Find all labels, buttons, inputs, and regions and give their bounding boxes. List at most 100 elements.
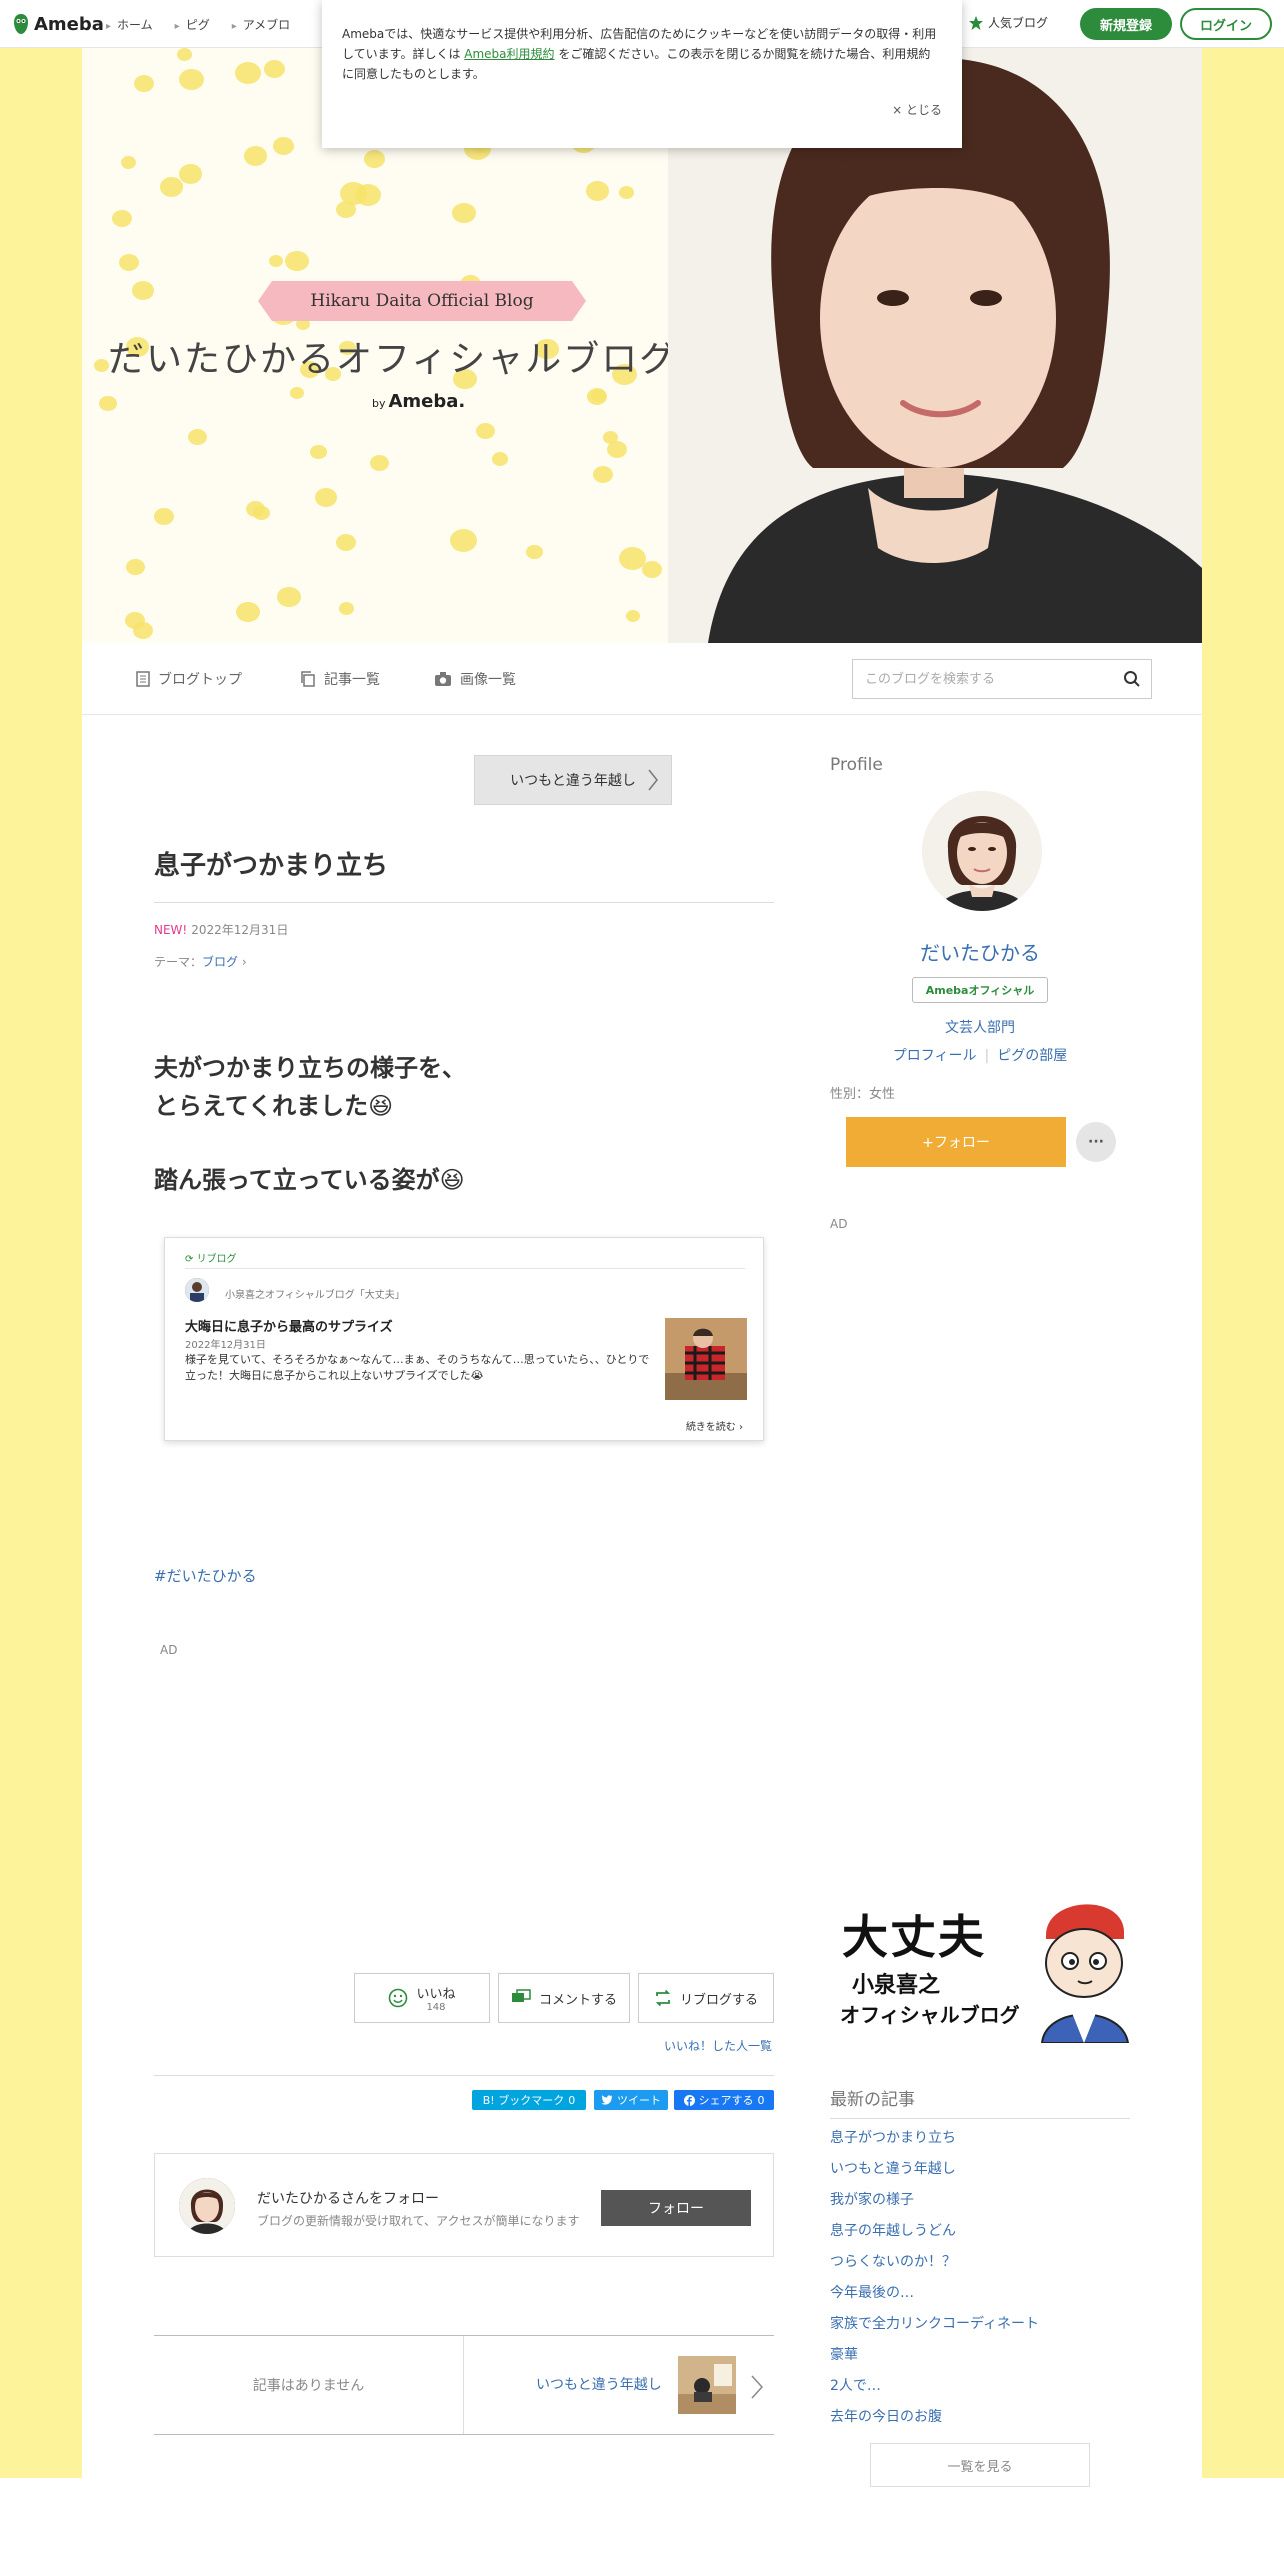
follow-box-subtitle: ブログの更新情報が受け取れて、アクセスが簡単になります <box>257 2214 580 2228</box>
banner-subtitle: オフィシャルブログ <box>840 2003 1020 2027</box>
tweet-button[interactable]: ツイート <box>594 2090 668 2110</box>
header-dot <box>626 610 640 622</box>
nav-home[interactable]: ホーム <box>106 16 153 33</box>
profile-link[interactable]: プロフィール <box>893 1048 977 1064</box>
follow-avatar-photo <box>179 2178 235 2234</box>
reblog-button[interactable]: リブログする <box>638 1973 774 2023</box>
reblog-date: 2022年12月31日 <box>185 1340 266 1351</box>
header-dot <box>310 445 327 460</box>
chevron-right-icon[interactable] <box>750 2374 764 2400</box>
sidebar-follow-button[interactable]: +フォロー <box>846 1117 1066 1167</box>
hatena-bookmark-button[interactable]: B! ブックマーク 0 <box>472 2090 586 2110</box>
tab-blog-top[interactable]: ブログトップ <box>136 669 242 689</box>
tab-article-list[interactable]: 記事一覧 <box>300 669 380 689</box>
header-dot <box>315 488 337 507</box>
ameba-logo[interactable]: Ameba <box>12 12 104 36</box>
latest-article-item[interactable]: 豪華 <box>830 2344 1039 2375</box>
header-dot <box>587 388 607 405</box>
latest-article-item[interactable]: 息子がつかまり立ち <box>830 2127 1039 2158</box>
pig-room-link[interactable]: ピグの部屋 <box>997 1048 1067 1064</box>
more-options-button[interactable]: ··· <box>1076 1122 1116 1162</box>
prev-entry-button[interactable]: いつもと違う年越し <box>474 755 672 805</box>
header-dot <box>290 387 304 399</box>
header-dot <box>121 156 136 169</box>
like-label: いいね <box>416 1987 456 2002</box>
login-button[interactable]: ログイン <box>1180 8 1272 40</box>
tab-image-list[interactable]: 画像一覧 <box>434 669 516 689</box>
header-dot <box>236 602 260 623</box>
theme-link[interactable]: ブログ <box>202 955 238 969</box>
liked-users-link[interactable]: いいね！した人一覧 <box>664 2037 772 2054</box>
header-dot <box>264 60 285 78</box>
search-icon[interactable] <box>1123 670 1141 688</box>
official-badge[interactable]: Amebaオフィシャル <box>912 977 1048 1003</box>
ad-label: AD <box>830 1217 848 1231</box>
facebook-share-button[interactable]: シェアする 0 <box>674 2090 774 2110</box>
no-prev-article: 記事はありません <box>154 2336 464 2434</box>
like-count: 148 <box>426 2002 446 2013</box>
smile-icon <box>389 1988 408 2008</box>
latest-article-item[interactable]: 2人で… <box>830 2375 1039 2406</box>
popular-blog-link[interactable]: 人気ブログ <box>968 14 1048 31</box>
prev-entry-label: いつもと違う年越し <box>510 773 636 789</box>
hashtag-link[interactable]: #だいたひかる <box>154 1565 257 1586</box>
cookie-close-button[interactable]: × とじる <box>892 100 942 120</box>
blog-search-box <box>852 659 1152 699</box>
nav-pigg[interactable]: ピグ <box>175 16 210 33</box>
header-dot <box>132 281 154 300</box>
follow-box: だいたひかるさんをフォロー ブログの更新情報が受け取れて、アクセスが簡単になりま… <box>154 2153 774 2257</box>
comment-icon <box>511 1989 531 2002</box>
latest-article-item[interactable]: 我が家の様子 <box>830 2189 1039 2220</box>
blog-search-input[interactable] <box>853 660 1093 698</box>
like-button[interactable]: いいね 148 <box>354 1973 490 2023</box>
nav-ameblo[interactable]: アメブロ <box>232 16 290 33</box>
cookie-notice: Amebaでは、快適なサービス提供や利用分析、広告配信のためにクッキーなどを使い… <box>322 0 962 148</box>
terms-link[interactable]: Ameba利用規約 <box>464 47 554 61</box>
signup-button[interactable]: 新規登録 <box>1080 8 1172 40</box>
header-dot <box>370 455 389 472</box>
blog-tab-bar: ブログトップ 記事一覧 画像一覧 <box>82 643 1202 715</box>
profile-name[interactable]: だいたひかる <box>830 937 1130 966</box>
latest-article-item[interactable]: 家族で全力リンクコーディネート <box>830 2313 1039 2344</box>
header-dot <box>476 423 495 440</box>
header-dot <box>119 254 139 271</box>
header-dot <box>179 69 204 91</box>
header-dot <box>336 201 356 218</box>
article-title[interactable]: 息子がつかまり立ち <box>154 845 774 903</box>
latest-article-item[interactable]: 息子の年越しうどん <box>830 2220 1039 2251</box>
article-meta: NEW! 2022年12月31日 <box>154 921 288 938</box>
chevron-right-icon <box>648 769 658 791</box>
latest-article-item[interactable]: つらくないのか！？ <box>830 2251 1039 2282</box>
next-article-thumbnail[interactable] <box>678 2356 736 2414</box>
latest-articles-list: 息子がつかまり立ち いつもと違う年越し 我が家の様子 息子の年越しうどん つらく… <box>830 2127 1039 2437</box>
latest-article-item[interactable]: 今年最後の… <box>830 2282 1039 2313</box>
follow-button[interactable]: フォロー <box>601 2190 751 2226</box>
article-pager: 記事はありません いつもと違う年越し <box>154 2335 774 2435</box>
avatar <box>179 2178 235 2234</box>
cartoon-character-illustration <box>1040 1904 1130 2043</box>
latest-article-item[interactable]: いつもと違う年越し <box>830 2158 1039 2189</box>
profile-avatar[interactable] <box>922 791 1042 911</box>
latest-article-item[interactable]: 去年の今日のお腹 <box>830 2406 1039 2437</box>
reblog-icon <box>655 1989 671 2007</box>
header-dot <box>452 203 476 224</box>
hatena-count: 0 <box>568 2093 576 2107</box>
camera-icon <box>435 672 451 686</box>
banner-name: 小泉喜之 <box>852 1973 941 1998</box>
twitter-bird-icon <box>601 2095 613 2105</box>
blog-title: だいたひかるオフィシャルブログ <box>108 339 678 380</box>
header-dot <box>336 534 356 551</box>
header-dot <box>126 559 145 576</box>
profile-category[interactable]: 文芸人部門 <box>830 1017 1130 1037</box>
comment-button[interactable]: コメントする <box>498 1973 630 2023</box>
reblog-source-banner[interactable]: 大丈夫 小泉喜之 オフィシャルブログ <box>836 1887 1136 2043</box>
reblog-thumbnail <box>665 1318 747 1400</box>
banner-title: 大丈夫 <box>842 1910 986 1964</box>
read-more-link[interactable]: 続きを読む › <box>686 1418 743 1433</box>
header-dot <box>355 184 381 207</box>
profile-links: プロフィール | ピグの部屋 <box>830 1045 1130 1065</box>
see-all-articles-button[interactable]: 一覧を見る <box>870 2443 1090 2487</box>
reblog-card[interactable]: ⟳ リブログ 小泉喜之オフィシャルブログ「大丈夫」 大晦日に息子から最高のサプラ… <box>164 1237 764 1441</box>
next-article-link[interactable]: いつもと違う年越し <box>536 2374 662 2394</box>
ad-label: AD <box>160 1643 178 1657</box>
